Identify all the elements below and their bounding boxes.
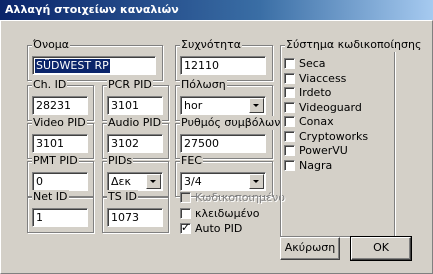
name-group: Όνομα SÜDWEST RP (27, 38, 163, 81)
fec-label: FEC (180, 154, 203, 168)
checkbox-icon (284, 145, 295, 156)
encryption-group: Σύστημα κωδικοποίησης Seca Viaccess Irde… (280, 38, 423, 237)
frequency-label: Συχνότητα (180, 38, 243, 52)
powervu-checkbox[interactable]: PowerVU (284, 144, 348, 157)
name-label: Όνομα (32, 38, 71, 52)
irdeto-label: Irdeto (299, 86, 332, 99)
pmt-pid-label: PMT PID (32, 154, 79, 168)
ts-id-input[interactable]: 1073 (107, 208, 163, 227)
checkbox-icon (284, 116, 295, 127)
encryption-label: Σύστημα κωδικοποίησης (285, 38, 423, 52)
audio-pid-label: Audio PID (107, 116, 163, 130)
checkbox-icon (284, 87, 295, 98)
net-id-input[interactable]: 1 (32, 208, 88, 227)
viaccess-label: Viaccess (299, 72, 347, 85)
video-pid-input[interactable]: 3101 (32, 134, 88, 153)
ch-id-input[interactable]: 28231 (32, 96, 88, 115)
checkbox-icon (284, 131, 295, 142)
locked-checkbox[interactable]: κλειδωμένο (180, 207, 259, 220)
seca-label: Seca (299, 57, 326, 70)
net-id-label: Net ID (32, 190, 69, 204)
pids-label: PIDs (107, 154, 134, 168)
pids-select[interactable]: Δεκ (107, 172, 163, 191)
locked-label: κλειδωμένο (195, 207, 260, 220)
polarization-select[interactable]: hor (180, 96, 266, 115)
chevron-down-icon[interactable] (249, 98, 264, 113)
encrypted-checkbox[interactable]: Κωδικοποιημένο (180, 191, 285, 204)
irdeto-checkbox[interactable]: Irdeto (284, 86, 331, 99)
net-id-group: Net ID 1 (27, 190, 94, 233)
symbol-rate-input[interactable]: 27500 (180, 134, 266, 153)
checkbox-icon (284, 102, 295, 113)
auto-pid-label: Auto PID (195, 222, 243, 235)
encrypted-label: Κωδικοποιημένο (195, 191, 285, 204)
chevron-down-icon[interactable] (146, 174, 161, 189)
nagra-label: Nagra (299, 159, 333, 172)
conax-checkbox[interactable]: Conax (284, 115, 334, 128)
checkbox-icon (284, 160, 295, 171)
video-pid-label: Video PID (32, 116, 87, 130)
name-input[interactable]: SÜDWEST RP (32, 56, 156, 75)
audio-pid-input[interactable]: 3102 (107, 134, 163, 153)
fec-select[interactable]: 3/4 (180, 172, 266, 191)
videoguard-label: Videoguard (299, 101, 362, 114)
checkbox-icon (180, 192, 191, 203)
cryptoworks-label: Cryptoworks (299, 130, 369, 143)
ts-id-label: TS ID (107, 190, 138, 204)
checkbox-icon (284, 73, 295, 84)
pmt-pid-input[interactable]: 0 (32, 172, 88, 191)
chevron-down-icon[interactable] (249, 174, 264, 189)
frequency-group: Συχνότητα 12110 (175, 38, 273, 81)
checkbox-icon (284, 58, 295, 69)
auto-pid-checkbox[interactable]: Auto PID (180, 221, 243, 235)
symbol-rate-label: Ρυθμός συμβόλων (180, 116, 282, 130)
ok-button[interactable]: OK (350, 236, 412, 261)
powervu-label: PowerVU (299, 144, 348, 157)
viaccess-checkbox[interactable]: Viaccess (284, 72, 346, 85)
nagra-checkbox[interactable]: Nagra (284, 159, 332, 172)
cancel-button[interactable]: Ακύρωση (280, 237, 340, 260)
cryptoworks-checkbox[interactable]: Cryptoworks (284, 130, 368, 143)
pcr-pid-input[interactable]: 3101 (107, 96, 163, 115)
frequency-input[interactable]: 12110 (180, 56, 266, 75)
title-bar: Αλλαγή στοιχείων καναλιών (0, 0, 433, 20)
videoguard-checkbox[interactable]: Videoguard (284, 101, 362, 114)
polarization-label: Πόλωση (180, 78, 227, 92)
conax-label: Conax (299, 115, 334, 128)
dialog-window: Όνομα SÜDWEST RP Συχνότητα 12110 Ch. ID … (0, 20, 433, 274)
pcr-pid-label: PCR PID (107, 78, 153, 92)
checkbox-icon (180, 208, 191, 219)
ch-id-label: Ch. ID (32, 78, 68, 92)
seca-checkbox[interactable]: Seca (284, 57, 326, 70)
checkbox-checked-icon (180, 221, 191, 234)
ts-id-group: TS ID 1073 (102, 190, 169, 233)
window-title: Αλλαγή στοιχείων καναλιών (5, 3, 179, 16)
